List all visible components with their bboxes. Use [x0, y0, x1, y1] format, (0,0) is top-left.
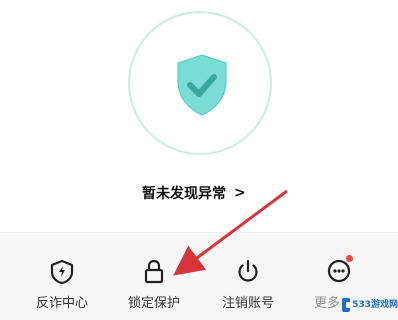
- security-status-ring: [128, 11, 272, 155]
- lock-protection-label: 锁定保护: [127, 296, 180, 311]
- action-bar: 反诈中心 锁定保护 注销账号 更多: [0, 232, 398, 320]
- lock-protection-button[interactable]: 锁定保护: [109, 233, 199, 320]
- lock-icon: [144, 259, 164, 284]
- security-panel: 暂未发现异常 >: [0, 0, 398, 232]
- chevron-right-icon: >: [234, 185, 246, 201]
- power-icon: [238, 259, 258, 282]
- shield-check-icon: [177, 54, 227, 116]
- watermark-logo: 533游戏网: [342, 290, 398, 319]
- anti-fraud-center-label: 反诈中心: [35, 296, 88, 311]
- watermark-text: 533游戏网: [352, 299, 398, 310]
- security-status-text: 暂未发现异常: [142, 186, 226, 202]
- notification-dot: [346, 255, 353, 262]
- cancel-account-label: 注销账号: [221, 296, 274, 311]
- watermark-icon: [342, 297, 353, 312]
- security-status-link[interactable]: 暂未发现异常 >: [142, 183, 246, 203]
- more-icon-wrap: [323, 255, 355, 287]
- cancel-account-button[interactable]: 注销账号: [203, 233, 293, 320]
- anti-fraud-center-button[interactable]: 反诈中心: [17, 233, 107, 320]
- shield-bolt-icon: [50, 259, 74, 285]
